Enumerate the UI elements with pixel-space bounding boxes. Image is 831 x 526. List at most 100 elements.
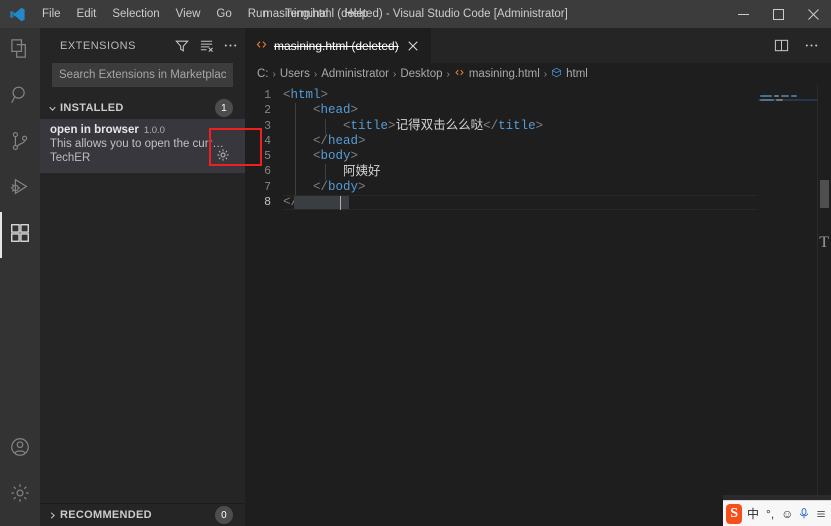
activity-item-run-and-debug[interactable] xyxy=(0,166,40,212)
line-number: 6 xyxy=(264,165,271,179)
clear-list-icon[interactable] xyxy=(195,35,217,57)
close-icon[interactable] xyxy=(796,0,831,28)
extensions-sidebar: EXTENSIONS Search Extensions in Marketpl… xyxy=(40,28,245,526)
ime-menu-icon[interactable] xyxy=(815,509,828,519)
list-item[interactable]: open in browser 1.0.0 This allows you to… xyxy=(40,119,245,173)
breadcrumb-item-administrator[interactable]: Administrator xyxy=(321,68,389,80)
code-line[interactable]: 5 <body> xyxy=(245,149,831,165)
breadcrumb-separator: › xyxy=(392,68,397,80)
emoji-panel-icon[interactable]: ☺ xyxy=(781,507,794,521)
editor-tabs-bar: masining.html (deleted) xyxy=(245,28,831,63)
code-text: 阿姨好 xyxy=(343,163,381,178)
activity-item-source-control[interactable] xyxy=(0,120,40,166)
menu-run[interactable]: Run xyxy=(240,3,277,25)
breadcrumb-item-symbol[interactable]: html xyxy=(551,67,588,81)
search-icon xyxy=(9,84,31,111)
split-editor-icon[interactable] xyxy=(769,34,793,58)
tab-masining-html[interactable]: masining.html (deleted) xyxy=(245,28,432,63)
activity-item-explorer[interactable] xyxy=(0,28,40,74)
activity-item-extensions[interactable] xyxy=(0,212,40,258)
title-bar: File Edit Selection View Go Run Terminal… xyxy=(0,0,831,28)
activity-item-manage[interactable] xyxy=(0,472,40,518)
chevron-down-icon xyxy=(44,103,60,114)
line-number: 8 xyxy=(264,196,271,210)
code-line[interactable]: 8</html> xyxy=(245,195,831,211)
punctuation-mode-icon[interactable]: °, xyxy=(764,507,777,521)
files-icon xyxy=(9,37,32,65)
code-text: <title>记得双击么么哒</title> xyxy=(343,118,544,134)
activity-item-search[interactable] xyxy=(0,74,40,120)
extension-name: open in browser xyxy=(50,124,139,136)
input-mode-chinese-icon[interactable]: 中 xyxy=(746,505,759,522)
menu-go[interactable]: Go xyxy=(208,3,239,25)
code-editor[interactable]: 1 <html> 2 <head> 3 <title>记得双击么么哒</title> 4… xyxy=(245,85,831,526)
text-cursor xyxy=(340,196,342,211)
installed-section-header[interactable]: INSTALLED 1 xyxy=(40,97,245,119)
filter-icon[interactable] xyxy=(171,35,193,57)
search-extensions-wrapper xyxy=(40,63,245,87)
breadcrumb-separator: › xyxy=(543,68,548,80)
more-actions-icon[interactable] xyxy=(219,35,241,57)
code-line[interactable]: 1 <html> xyxy=(245,88,831,103)
menu-view[interactable]: View xyxy=(168,3,209,25)
minimize-icon[interactable] xyxy=(726,0,761,28)
more-actions-icon[interactable] xyxy=(799,34,823,58)
breadcrumb-item-c[interactable]: C: xyxy=(257,68,269,80)
html-file-icon xyxy=(255,38,268,54)
code-line[interactable]: 4 </head> xyxy=(245,133,831,150)
breadcrumb-item-desktop[interactable]: Desktop xyxy=(400,68,442,80)
scrollbar-thumb[interactable] xyxy=(820,180,829,208)
line-number: 5 xyxy=(264,150,271,164)
breadcrumb: C: › Users › Administrator › Desktop › m… xyxy=(245,63,831,85)
indent-guide xyxy=(295,164,296,180)
recommended-count-badge: 0 xyxy=(215,506,233,524)
extension-manage-gear-icon[interactable] xyxy=(213,145,233,165)
editor-actions xyxy=(769,28,831,63)
editor-decoration-letter: T xyxy=(819,234,829,251)
extensions-icon xyxy=(9,222,31,249)
active-line-highlight xyxy=(283,195,783,211)
account-icon xyxy=(9,436,31,463)
breadcrumb-separator: › xyxy=(272,68,276,80)
editor-group: masining.html (deleted) C: › Users › Adm… xyxy=(245,28,831,526)
voice-input-icon[interactable] xyxy=(798,507,811,520)
window-controls xyxy=(726,0,831,28)
activity-bar xyxy=(0,28,40,526)
vscode-window: File Edit Selection View Go Run Terminal… xyxy=(0,0,831,526)
code-line[interactable]: 3 <title>记得双击么么哒</title> xyxy=(245,118,831,134)
minimap[interactable] xyxy=(758,85,817,526)
code-line[interactable]: 7 </body> xyxy=(245,179,831,196)
indent-guide xyxy=(295,179,296,196)
menu-help[interactable]: Help xyxy=(336,3,376,25)
indent-guide xyxy=(295,133,296,150)
editor-vertical-scrollbar[interactable]: T xyxy=(817,85,831,526)
code-text: <html> xyxy=(283,88,329,102)
extension-publisher: TechER xyxy=(50,152,91,164)
sogou-logo-icon[interactable]: S xyxy=(726,503,743,524)
recommended-section-header[interactable]: RECOMMENDED 0 xyxy=(40,504,245,526)
search-extensions-input[interactable] xyxy=(52,63,233,87)
gear-icon xyxy=(9,482,31,509)
extension-description: This allows you to open the current fil.… xyxy=(50,138,230,150)
breadcrumb-separator: › xyxy=(446,68,450,80)
sidebar-header: EXTENSIONS xyxy=(40,28,245,63)
menu-edit[interactable]: Edit xyxy=(69,3,105,25)
menu-selection[interactable]: Selection xyxy=(104,3,167,25)
sidebar-actions xyxy=(171,35,241,57)
breadcrumb-item-users[interactable]: Users xyxy=(280,68,310,80)
code-line[interactable]: 2 <head> xyxy=(245,103,831,119)
menu-terminal[interactable]: Terminal xyxy=(277,3,336,25)
indent-guide xyxy=(295,103,296,119)
code-line[interactable]: 6 阿姨好 xyxy=(245,163,831,180)
close-icon[interactable] xyxy=(405,38,421,54)
maximize-icon[interactable] xyxy=(761,0,796,28)
activity-item-accounts[interactable] xyxy=(0,426,40,472)
recommended-section: RECOMMENDED 0 xyxy=(40,503,245,526)
run-and-debug-icon xyxy=(9,176,31,203)
menu-file[interactable]: File xyxy=(34,3,69,25)
html-file-icon xyxy=(454,67,465,81)
breadcrumb-item-file[interactable]: masining.html xyxy=(454,67,540,81)
menu-bar: File Edit Selection View Go Run Terminal… xyxy=(34,0,376,28)
indent-guide xyxy=(325,164,327,180)
sogou-ime-bar[interactable]: S 中 °, ☺ xyxy=(723,500,831,526)
